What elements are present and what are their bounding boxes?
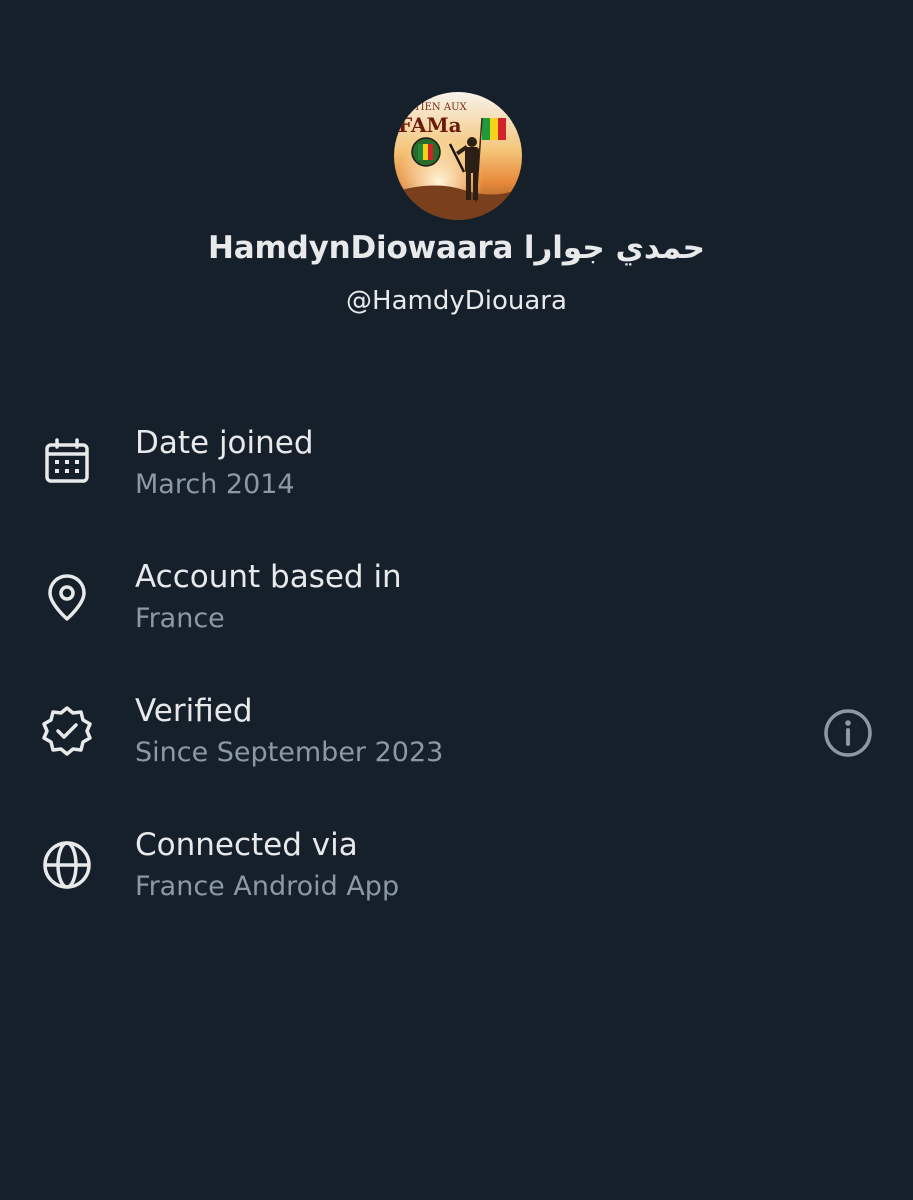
calendar-icon [40,436,94,490]
verified-badge-icon [40,704,94,758]
row-title: Date joined [135,425,314,461]
info-row-date-joined: Date joined March 2014 [0,423,913,533]
user-handle: @HamdyDiouara [346,286,567,316]
row-title: Connected via [135,827,358,863]
row-subtitle: March 2014 [135,469,295,500]
row-title: Account based in [135,559,402,595]
info-row-connected-via: Connected via France Android App [0,825,913,935]
globe-icon [40,838,94,892]
row-title: Verified [135,693,253,729]
info-icon[interactable] [820,705,876,761]
row-subtitle: France [135,603,225,634]
display-name: HamdynDiowaara حمدي جوارا [208,230,705,266]
info-row-verified: Verified Since September 2023 [0,691,913,801]
row-subtitle: Since September 2023 [135,737,444,768]
profile-avatar[interactable]: TIEN AUX FAMa [394,92,522,220]
avatar-main-text: FAMa [398,113,462,137]
avatar-banner-text: TIEN AUX [414,102,467,113]
info-row-account-based-in: Account based in France [0,557,913,667]
about-account-screen: TIEN AUX FAMa HamdynDiowaara حمدي جوارا … [0,0,913,1200]
row-subtitle: France Android App [135,871,400,902]
avatar-image: TIEN AUX FAMa [394,92,522,220]
location-pin-icon [40,570,94,624]
